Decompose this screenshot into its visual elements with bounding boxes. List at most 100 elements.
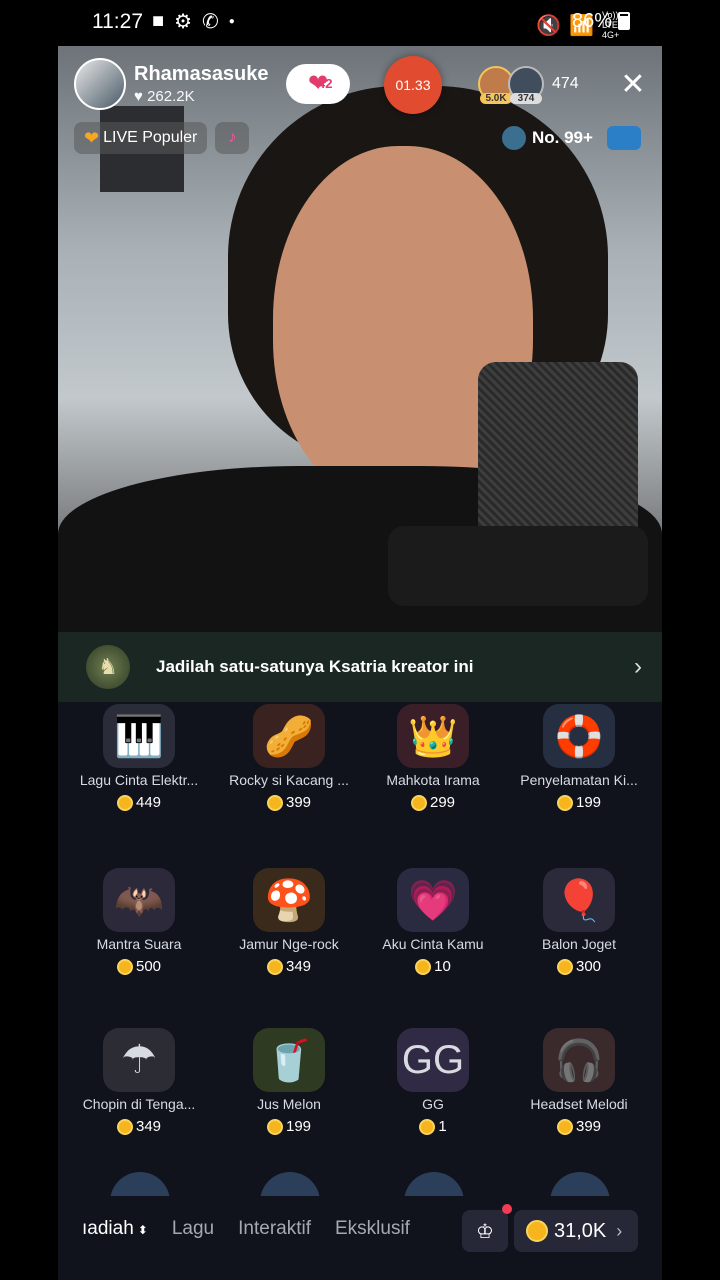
gift-name: Chopin di Tenga... [82,1096,196,1112]
gift-price: 10 [358,958,508,975]
gift-price: 349 [214,958,364,975]
coin-icon [116,958,133,975]
gift-price-value: 399 [575,1118,602,1135]
top-viewers[interactable]: 5.0K 374 474 [478,66,579,104]
live-timer[interactable]: 01.33 [384,56,442,114]
live-screen: Rhamasasuke ♥ 262.2K ❤ 42 01.33 5.0K 374… [58,46,662,1280]
sort-icon: ⬍ [137,1223,148,1237]
gift-item[interactable]: 🍄 Jamur Nge-rock 349 [214,868,364,975]
gift-item[interactable]: 🎧 Headset Melodi 399 [504,1028,654,1135]
gift-price: 500 [64,958,214,975]
creator-avatar[interactable] [74,58,126,110]
chevron-right-icon: › [634,653,642,680]
mute-icon: 🔇 [536,14,562,37]
coin-icon [116,794,133,811]
gift-price-value: 500 [135,958,162,975]
gift-item[interactable]: 🎹 Lagu Cinta Elektr... 449 [64,704,214,811]
gift-item-partial[interactable] [110,1172,170,1196]
gift-item-partial[interactable] [260,1172,320,1196]
dancing-balloon-gift-icon: 🎈 [543,868,615,932]
gift-box-button[interactable]: ♔ [462,1204,512,1252]
coin-icon [556,958,573,975]
gift-name: Jamur Nge-rock [239,936,339,952]
creator-likes: ♥ 262.2K [134,88,195,105]
gift-item[interactable]: 🥤 Jus Melon 199 [214,1028,364,1135]
coin-icon [410,794,427,811]
music-note-chip[interactable]: ♪ [215,122,250,154]
gift-item[interactable]: ☂ Chopin di Tenga... 349 [64,1028,214,1135]
gift-price: 300 [504,958,654,975]
umbrella-piano-gift-icon: ☂ [103,1028,175,1092]
live-popular-label: LIVE Populer [103,129,198,146]
gift-item[interactable]: 🎈 Balon Joget 300 [504,868,654,975]
gift-name: Lagu Cinta Elektr... [79,772,199,788]
gift-name: Headset Melodi [530,1096,628,1112]
gift-price-value: 300 [575,958,602,975]
ranking-badge[interactable]: No. 99+ [502,126,641,150]
gift-item-partial[interactable] [404,1172,464,1196]
gift-item[interactable]: 🦇 Mantra Suara 500 [64,868,214,975]
i-love-you-gift-icon: 💗 [397,868,469,932]
battery-percent: 86% [572,10,613,32]
gift-price: 399 [214,794,364,811]
gift-item[interactable]: 🥜 Rocky si Kacang ... 399 [214,704,364,811]
car-icon [606,126,641,150]
coin-icon [419,1118,436,1135]
battery-icon [618,12,630,30]
gift-name: Balon Joget [542,936,616,952]
gift-price: 399 [504,1118,654,1135]
creator-info[interactable]: Rhamasasuke ♥ 262.2K [74,58,269,110]
gift-item[interactable]: GG GG 1 [358,1028,508,1135]
live-popular-chip[interactable]: ❤ LIVE Populer [74,122,208,154]
gift-price: 1 [358,1118,508,1135]
tab-hadiah[interactable]: ıadiah ⬍ [82,1218,148,1240]
mushroom-gift-icon: 🍄 [253,868,325,932]
video-icon: ■ [152,10,165,32]
heart-icon: ❤ [84,127,100,148]
gift-tabs: ıadiah ⬍ Lagu Interaktif Eksklusif [82,1218,410,1240]
viewer-count[interactable]: 474 [552,75,579,93]
viewer-avatar-2[interactable]: 374 [508,66,544,104]
tab-eksklusif[interactable]: Eksklusif [335,1218,410,1240]
gift-item[interactable]: 🛟 Penyelamatan Ki... 199 [504,704,654,811]
status-left-icons: ■ ⚙ ✆ ● [152,9,235,34]
coin-balance-button[interactable]: 31,0K › [514,1210,638,1252]
gift-price-value: 349 [285,958,312,975]
bottom-bar: ıadiah ⬍ Lagu Interaktif Eksklusif ♔ 31,0… [58,1196,662,1280]
gift-price: 199 [214,1118,364,1135]
tab-interaktif[interactable]: Interaktif [238,1218,311,1240]
music-note-icon: ♪ [228,129,237,146]
coin-icon [526,1220,548,1242]
whatsapp-icon: ✆ [202,11,219,33]
gift-item[interactable]: 👑 Mahkota Irama 299 [358,704,508,811]
tab-lagu[interactable]: Lagu [172,1218,214,1240]
rank-avatar-icon [502,126,526,150]
close-icon[interactable]: ✕ [618,70,648,100]
creator-name: Rhamasasuke [134,63,269,85]
knight-banner[interactable]: ♞ Jadilah satu-satunya Ksatria kreator i… [58,632,662,702]
status-bar: 11:27 ■ ⚙ ✆ ● 🔇 📶 Vo)) LTE2 4G+ 86% [0,0,720,44]
tab-hadiah-label: ıadiah [82,1218,134,1239]
gift-name: Mantra Suara [96,936,182,952]
gift-price-value: 399 [285,794,312,811]
gift-price: 349 [64,1118,214,1135]
gift-item[interactable]: 💗 Aku Cinta Kamu 10 [358,868,508,975]
gift-price: 299 [358,794,508,811]
gift-price: 449 [64,794,214,811]
chip-row: ❤ LIVE Populer ♪ [74,122,250,154]
keyboard-gift-icon: 🎹 [103,704,175,768]
headset-gift-icon: 🎧 [543,1028,615,1092]
crown-keys-gift-icon: 👑 [397,704,469,768]
status-time: 11:27 [92,10,143,33]
melon-juice-gift-icon: 🥤 [253,1028,325,1092]
coin-icon [556,1118,573,1135]
coin-balance: 31,0K [554,1219,607,1242]
coin-icon [266,1118,283,1135]
live-video[interactable]: Rhamasasuke ♥ 262.2K ❤ 42 01.33 5.0K 374… [58,46,662,632]
coin-icon [556,794,573,811]
gift-item-partial[interactable] [550,1172,610,1196]
coin-icon [415,958,432,975]
viewer-badge-2: 374 [510,93,542,104]
deer-emblem-icon: ♞ [86,645,130,689]
follow-button[interactable]: ❤ 42 [286,64,350,104]
